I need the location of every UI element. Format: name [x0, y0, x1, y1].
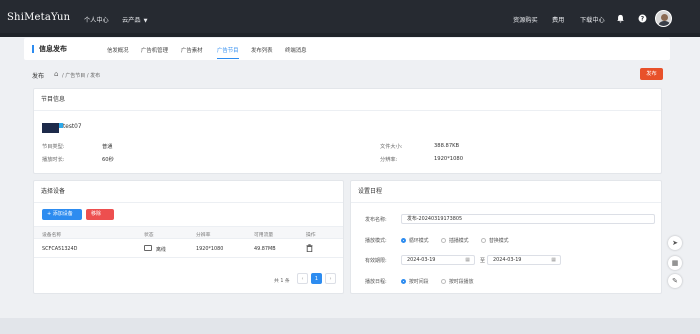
- radio-insert-mode[interactable]: 插播模式: [441, 237, 469, 244]
- col-actions: 操作: [306, 233, 316, 238]
- tab-ad-programs[interactable]: 广告节目: [217, 46, 239, 59]
- radio-dot-icon: [401, 238, 406, 243]
- radio-loop-mode-label: 循环模式: [409, 238, 429, 244]
- start-date-value: 2024-03-19: [407, 257, 436, 263]
- device-name-cell: SCFCA51324D: [42, 246, 78, 252]
- trash-icon[interactable]: [306, 244, 313, 254]
- col-status: 状态: [144, 233, 154, 238]
- radio-dot-icon: [481, 238, 486, 243]
- daily-schedule-label: 播放日程:: [365, 279, 387, 285]
- pager-prev-button[interactable]: ‹: [297, 273, 308, 284]
- nav-personal-center[interactable]: 个人中心: [84, 15, 109, 24]
- col-storage: 可用流量: [254, 233, 274, 238]
- col-resolution: 分辨率: [196, 233, 211, 238]
- program-type-value: 普通: [102, 144, 113, 150]
- send-icon[interactable]: ➤: [668, 236, 682, 250]
- play-duration-label: 播放时长:: [42, 157, 65, 163]
- tab-ad-materials[interactable]: 广告素材: [181, 46, 203, 54]
- program-type-label: 节目类型:: [42, 144, 65, 150]
- bell-icon[interactable]: [616, 14, 625, 23]
- pager-next-button[interactable]: ›: [325, 273, 336, 284]
- nav-resource-purchase[interactable]: 资源购买: [513, 15, 538, 24]
- col-device-name: 设备名称: [42, 233, 62, 238]
- avatar-head: [661, 14, 668, 21]
- tab-publish-list[interactable]: 发布列表: [251, 46, 273, 54]
- top-navbar: ShiMetaYun 个人中心 云产品 ▼ 资源购买 费用 下载中心 ?: [0, 0, 700, 37]
- table-row[interactable]: SCFCA51324D 离线 1920*1080 49.87MB: [34, 239, 343, 258]
- page-title: 发布: [32, 73, 45, 80]
- pager-total: 共 1 条: [274, 279, 290, 284]
- tab-overview[interactable]: 信发概况: [107, 46, 129, 54]
- radio-by-slot-label: 按时段播放: [449, 279, 474, 285]
- date-range-separator: 至: [480, 258, 486, 264]
- publish-button[interactable]: 发布: [640, 68, 663, 80]
- radio-replace-mode-label: 替换模式: [489, 238, 509, 244]
- chevron-down-icon: ▼: [143, 18, 148, 24]
- play-duration-value: 60秒: [102, 157, 114, 163]
- program-thumbnail: [42, 123, 63, 133]
- device-select-title: 选择设备: [34, 181, 343, 203]
- radio-by-time-period[interactable]: 按时间段: [401, 278, 429, 285]
- play-mode-label: 播放模式:: [365, 238, 387, 244]
- resolution-label: 分辨率:: [380, 157, 398, 163]
- program-info-title: 节目信息: [34, 89, 661, 111]
- remove-device-button[interactable]: 移除: [86, 209, 114, 220]
- program-filename: test07: [63, 124, 82, 130]
- pager-page-button[interactable]: 1: [311, 273, 322, 284]
- nav-billing[interactable]: 费用: [552, 15, 564, 24]
- radio-loop-mode[interactable]: 循环模式: [401, 237, 429, 244]
- brand-logo[interactable]: ShiMetaYun: [7, 12, 70, 23]
- nav-cloud-products-label: 云产品: [122, 17, 141, 24]
- nav-cloud-products[interactable]: 云产品 ▼: [122, 15, 147, 24]
- device-select-card: 选择设备 + 添加设备 移除 设备名称 状态 分辨率 可用流量 操作 SCFCA…: [33, 180, 344, 294]
- add-device-button[interactable]: + 添加设备: [42, 209, 82, 220]
- user-avatar[interactable]: [655, 10, 672, 27]
- avatar-body: [658, 21, 671, 26]
- schedule-title: 设置日程: [351, 181, 661, 203]
- radio-insert-mode-label: 插播模式: [449, 238, 469, 244]
- radio-by-time-period-label: 按时间段: [409, 279, 429, 285]
- program-info-card: 节目信息 test07 节目类型: 普通 播放时长: 60秒 文件大小: 388…: [33, 88, 662, 174]
- radio-replace-mode[interactable]: 替换模式: [481, 237, 509, 244]
- end-date-value: 2024-03-19: [493, 257, 522, 263]
- device-storage-cell: 49.87MB: [254, 246, 276, 252]
- calendar-icon: ▦: [465, 257, 470, 263]
- radio-dot-icon: [441, 238, 446, 243]
- file-size-value: 388.87KB: [434, 143, 460, 149]
- edit-icon[interactable]: ✎: [668, 274, 682, 288]
- resolution-value: 1920*1080: [434, 156, 463, 162]
- device-status-cell: 离线: [156, 247, 166, 253]
- radio-dot-icon: [441, 279, 446, 284]
- breadcrumb: 发布 ⌂ / 广告节目 / 发布 发布: [24, 64, 670, 84]
- home-icon[interactable]: ⌂: [54, 70, 58, 78]
- monitor-icon: [144, 245, 152, 251]
- calendar-icon: ▦: [551, 257, 556, 263]
- publish-name-label: 发布名称:: [365, 217, 387, 223]
- publish-name-input[interactable]: 发布-20240319173805: [401, 214, 655, 224]
- bottom-strip: [0, 318, 700, 334]
- file-size-label: 文件大小:: [380, 144, 403, 150]
- tab-terminal-messages[interactable]: 终端消息: [285, 46, 307, 54]
- help-icon[interactable]: ?: [638, 14, 647, 23]
- start-date-input[interactable]: 2024-03-19 ▦: [401, 255, 475, 265]
- valid-period-label: 有效期限:: [365, 258, 387, 264]
- end-date-input[interactable]: 2024-03-19 ▦: [487, 255, 561, 265]
- radio-by-slot[interactable]: 按时段播放: [441, 278, 473, 285]
- nav-download-center[interactable]: 下载中心: [580, 15, 605, 24]
- module-tab-bar: 信息发布 信发概况 广告机管理 广告素材 广告节目 发布列表 终端消息: [24, 38, 670, 60]
- radio-dot-icon: [401, 279, 406, 284]
- device-resolution-cell: 1920*1080: [196, 246, 224, 252]
- module-title: 信息发布: [32, 45, 67, 53]
- schedule-card: 设置日程 发布名称: 发布-20240319173805 播放模式: 循环模式 …: [350, 180, 662, 294]
- tab-device-management[interactable]: 广告机管理: [141, 46, 168, 54]
- breadcrumb-path[interactable]: / 广告节目 / 发布: [62, 72, 100, 79]
- device-table-header: 设备名称 状态 分辨率 可用流量 操作: [34, 226, 343, 239]
- qrcode-icon[interactable]: ▦: [668, 256, 682, 270]
